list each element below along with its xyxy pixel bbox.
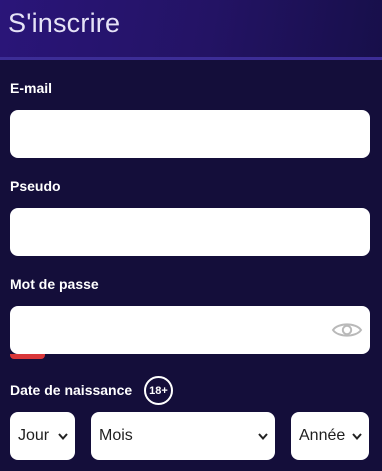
year-select-value: Année — [299, 427, 346, 444]
pseudo-label: Pseudo — [10, 178, 61, 194]
eye-icon — [331, 323, 363, 337]
password-strength-bar — [10, 354, 45, 359]
chevron-down-icon — [352, 432, 362, 440]
day-select-value: Jour — [18, 427, 50, 444]
chevron-down-icon — [258, 432, 268, 440]
email-field[interactable] — [10, 110, 370, 158]
pseudo-field[interactable] — [10, 208, 370, 256]
month-select-value: Mois — [99, 427, 133, 444]
month-select[interactable]: Mois — [91, 412, 275, 460]
page-header: S'inscrire — [0, 0, 382, 60]
page-title: S'inscrire — [8, 8, 121, 38]
year-select[interactable]: Année — [291, 412, 369, 460]
email-label: E-mail — [10, 80, 53, 96]
show-password-button[interactable] — [330, 318, 364, 342]
password-label: Mot de passe — [10, 276, 99, 292]
day-select[interactable]: Jour — [10, 412, 75, 460]
birthdate-label: Date de naissance — [10, 382, 133, 398]
age-badge: 18+ — [144, 376, 173, 405]
password-field[interactable] — [10, 306, 370, 354]
chevron-down-icon — [58, 432, 68, 440]
